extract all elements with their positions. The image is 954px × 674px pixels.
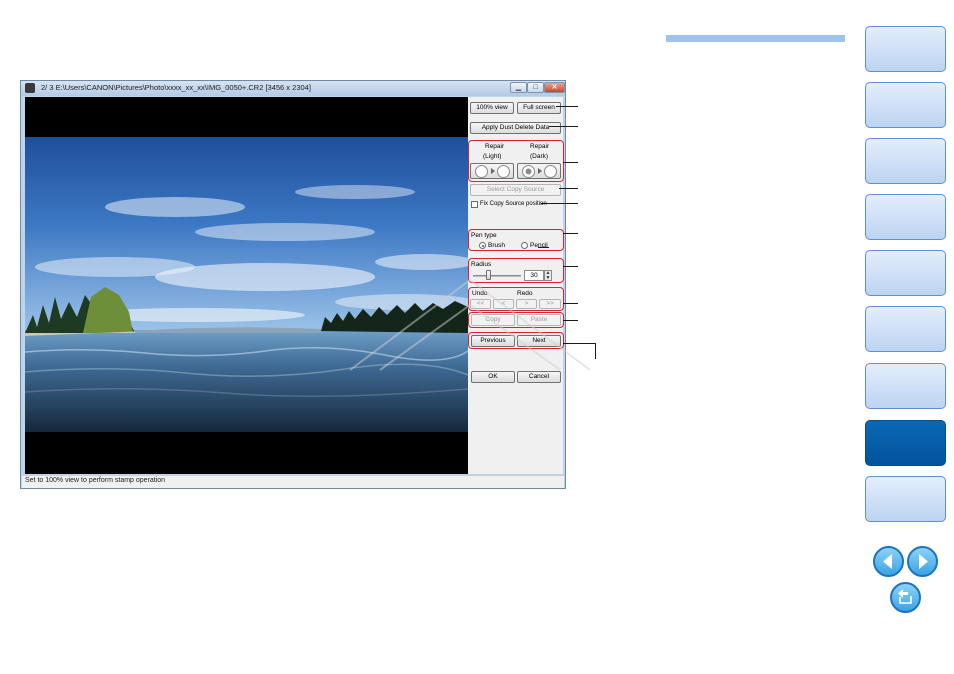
nav-tab-6[interactable]: [865, 306, 946, 352]
callout-line-fix-position: [541, 203, 578, 204]
repair-dark-button[interactable]: [517, 163, 561, 179]
copy-button[interactable]: Copy: [471, 314, 515, 326]
maximize-button[interactable]: □: [527, 82, 544, 93]
nav-tab-8-active[interactable]: [865, 420, 946, 466]
apply-dust-delete-button[interactable]: Apply Dust Delete Data: [470, 122, 561, 134]
callout-line-copy-source: [559, 188, 578, 189]
nav-tab-7[interactable]: [865, 363, 946, 409]
tool-panel: 100% view Full screen Apply Dust Delete …: [468, 97, 564, 474]
pen-type-label: Pen type: [471, 232, 497, 239]
radius-slider-thumb[interactable]: [486, 270, 491, 280]
arrow-right-icon: [491, 168, 495, 174]
radius-label: Radius: [471, 261, 492, 268]
undo-button[interactable]: <: [493, 299, 514, 309]
callout-line-radius: [563, 266, 578, 267]
undo-label: Undo: [472, 290, 488, 297]
circle-outline-icon: [475, 165, 488, 178]
redo-all-button[interactable]: >>: [539, 299, 561, 309]
callout-line-prev-next-drop: [595, 343, 596, 359]
radius-slider-track[interactable]: [473, 275, 521, 277]
nav-tab-3[interactable]: [865, 138, 946, 184]
repair-light-sublabel: (Light): [483, 153, 502, 160]
status-text: Set to 100% view to perform stamp operat…: [25, 477, 166, 484]
repair-light-label: Repair: [485, 143, 505, 150]
fullscreen-button[interactable]: Full screen: [517, 102, 561, 114]
callout-line-apply-dust: [549, 126, 578, 127]
copy-stamp-window: 2/ 3 E:\Users\CANON\Pictures\Photo\xxxx_…: [20, 80, 566, 489]
window-title: 2/ 3 E:\Users\CANON\Pictures\Photo\xxxx_…: [41, 83, 311, 92]
window-client: 100% view Full screen Apply Dust Delete …: [25, 97, 564, 474]
nav-tab-9[interactable]: [865, 476, 946, 522]
repair-light-button[interactable]: [470, 163, 514, 179]
minimize-button[interactable]: ▁: [510, 82, 527, 93]
radius-input[interactable]: 30: [524, 270, 544, 281]
close-button[interactable]: ✕: [544, 82, 565, 93]
return-icon[interactable]: [890, 582, 921, 613]
callout-line-undo-redo: [563, 303, 578, 304]
app-icon: [25, 83, 35, 93]
brush-label: Brush: [488, 242, 505, 249]
nav-tab-4[interactable]: [865, 194, 946, 240]
repair-dark-sublabel: (Dark): [530, 153, 549, 160]
redo-label: Redo: [517, 290, 533, 297]
next-button[interactable]: Next: [517, 335, 561, 347]
callout-line-copy-paste: [563, 320, 578, 321]
title-bar[interactable]: 2/ 3 E:\Users\CANON\Pictures\Photo\xxxx_…: [21, 81, 565, 96]
undo-all-button[interactable]: <<: [470, 299, 491, 309]
brush-radio[interactable]: [479, 242, 486, 249]
callout-line-repair: [563, 162, 578, 163]
callout-line-pencil: [538, 247, 549, 248]
previous-button[interactable]: Previous: [471, 335, 515, 347]
circle-outline-icon: [544, 165, 557, 178]
nav-tab-2[interactable]: [865, 82, 946, 128]
pencil-radio[interactable]: [521, 242, 528, 249]
right-arrow-icon[interactable]: [907, 546, 938, 577]
section-header-bar: [666, 35, 845, 42]
ok-button[interactable]: OK: [471, 371, 515, 383]
repair-dark-label: Repair: [530, 143, 550, 150]
view-100-button[interactable]: 100% view: [470, 102, 514, 114]
nav-tab-5[interactable]: [865, 250, 946, 296]
radius-spinner[interactable]: ▲ ▼: [544, 270, 552, 281]
spot-circle-icon: [522, 165, 535, 178]
arrow-right-icon: [538, 168, 542, 174]
fix-copy-source-label: Fix Copy Source position: [480, 201, 547, 207]
status-bar: Set to 100% view to perform stamp operat…: [22, 475, 564, 488]
cancel-button[interactable]: Cancel: [517, 371, 561, 383]
redo-button[interactable]: >: [516, 299, 537, 309]
select-copy-source-button[interactable]: Select Copy Source: [470, 184, 561, 196]
left-arrow-icon[interactable]: [873, 546, 904, 577]
paste-button[interactable]: Paste: [517, 314, 561, 326]
nav-tab-1[interactable]: [865, 26, 946, 72]
circle-outline-icon: [497, 165, 510, 178]
callout-line-view: [556, 106, 578, 107]
manual-page: 2/ 3 E:\Users\CANON\Pictures\Photo\xxxx_…: [0, 0, 954, 674]
image-viewer[interactable]: [25, 97, 468, 474]
callout-line-prev-next: [563, 343, 595, 344]
photo-lake-landscape[interactable]: [25, 137, 468, 432]
callout-line-pen-type: [563, 233, 578, 234]
fix-copy-source-checkbox[interactable]: [471, 201, 478, 208]
